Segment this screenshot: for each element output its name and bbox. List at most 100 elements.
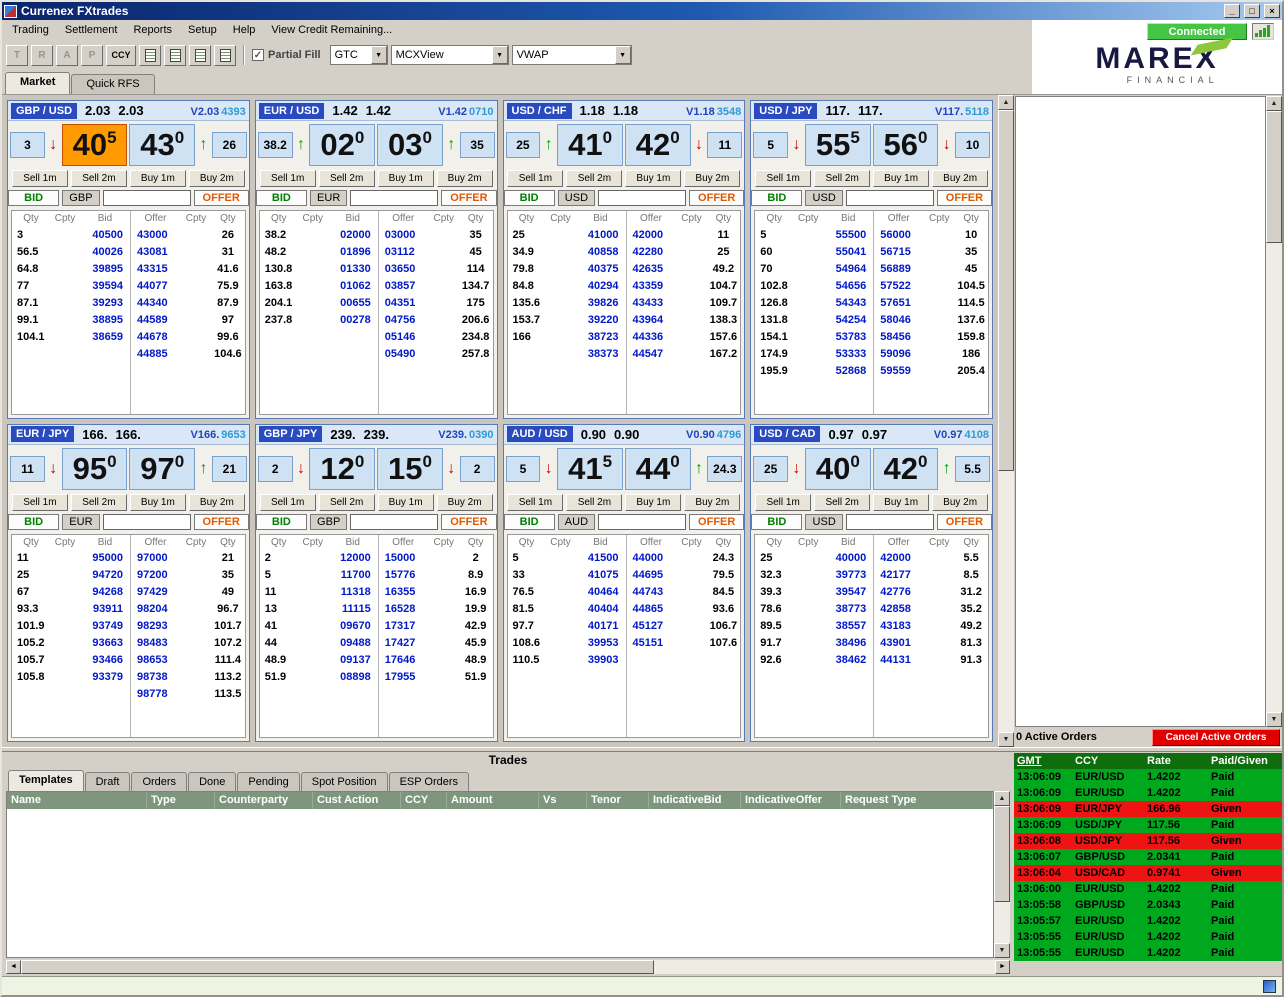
chevron-down-icon[interactable]: ▼ xyxy=(492,46,508,64)
bid-button[interactable]: BID xyxy=(8,190,59,206)
chevron-down-icon[interactable]: ▼ xyxy=(615,46,631,64)
close-icon[interactable]: × xyxy=(1264,4,1280,18)
toolbar-button-r[interactable]: R xyxy=(31,45,53,66)
trades-col-amount[interactable]: Amount xyxy=(447,792,539,809)
maximize-icon[interactable]: □ xyxy=(1244,4,1260,18)
menu-help[interactable]: Help xyxy=(225,22,264,38)
amount-input[interactable] xyxy=(103,190,191,206)
bid-button[interactable]: BID xyxy=(504,514,555,530)
amount-input[interactable] xyxy=(598,514,686,530)
sell-1m-button[interactable]: Sell 1m xyxy=(755,494,811,511)
trades-col-name[interactable]: Name xyxy=(7,792,147,809)
trades-col-type[interactable]: Type xyxy=(147,792,215,809)
sell-2m-button[interactable]: Sell 2m xyxy=(319,170,375,187)
bid-price-tile[interactable]: 400 xyxy=(805,448,871,490)
scroll-down-icon[interactable]: ▼ xyxy=(1266,712,1282,727)
buy-2m-button[interactable]: Buy 2m xyxy=(437,494,493,511)
partial-fill-checkbox[interactable]: ✓ xyxy=(252,49,264,61)
sell-2m-button[interactable]: Sell 2m xyxy=(566,170,622,187)
scroll-down-icon[interactable]: ▼ xyxy=(998,732,1014,747)
buy-2m-button[interactable]: Buy 2m xyxy=(932,494,988,511)
amount-input[interactable] xyxy=(846,514,934,530)
orders-scrollbar-thumb[interactable] xyxy=(1266,111,1282,243)
buy-2m-button[interactable]: Buy 2m xyxy=(684,170,740,187)
report-button[interactable] xyxy=(189,45,211,66)
offer-button[interactable]: OFFER xyxy=(194,190,249,206)
sell-2m-button[interactable]: Sell 2m xyxy=(71,170,127,187)
sell-1m-button[interactable]: Sell 1m xyxy=(12,170,68,187)
offer-button[interactable]: OFFER xyxy=(937,190,992,206)
sell-1m-button[interactable]: Sell 1m xyxy=(260,170,316,187)
bid-price-tile[interactable]: 415 xyxy=(557,448,623,490)
toolbar-button-p[interactable]: P xyxy=(81,45,103,66)
sell-2m-button[interactable]: Sell 2m xyxy=(566,494,622,511)
offer-price-tile[interactable]: 030 xyxy=(377,124,443,166)
offer-price-tile[interactable]: 150 xyxy=(377,448,443,490)
trades-scrollbar-thumb[interactable] xyxy=(994,806,1010,902)
trades-col-cust-action[interactable]: Cust Action xyxy=(313,792,401,809)
trades-scrollbar[interactable]: ▲▼ xyxy=(994,791,1010,958)
trades-tab-done[interactable]: Done xyxy=(188,772,236,791)
offer-price-tile[interactable]: 970 xyxy=(129,448,195,490)
offer-button[interactable]: OFFER xyxy=(194,514,249,530)
bid-button[interactable]: BID xyxy=(751,514,802,530)
orders-scrollbar[interactable]: ▲▼ xyxy=(1266,96,1282,727)
buy-2m-button[interactable]: Buy 2m xyxy=(684,494,740,511)
bid-button[interactable]: BID xyxy=(256,190,307,206)
bid-price-tile[interactable]: 405 xyxy=(62,124,128,166)
menu-settlement[interactable]: Settlement xyxy=(57,22,126,38)
buy-1m-button[interactable]: Buy 1m xyxy=(625,494,681,511)
buy-1m-button[interactable]: Buy 1m xyxy=(378,170,434,187)
trades-tab-pending[interactable]: Pending xyxy=(237,772,299,791)
sell-2m-button[interactable]: Sell 2m xyxy=(319,494,375,511)
scroll-up-icon[interactable]: ▲ xyxy=(994,791,1010,806)
bid-price-tile[interactable]: 020 xyxy=(309,124,375,166)
algo-dropdown[interactable]: VWAP▼ xyxy=(512,45,632,65)
offer-button[interactable]: OFFER xyxy=(689,190,744,206)
trades-col-ccy[interactable]: CCY xyxy=(401,792,447,809)
trades-col-vs[interactable]: Vs xyxy=(539,792,587,809)
trades-tab-templates[interactable]: Templates xyxy=(8,770,84,791)
buy-1m-button[interactable]: Buy 1m xyxy=(378,494,434,511)
bid-price-tile[interactable]: 555 xyxy=(805,124,871,166)
amount-input[interactable] xyxy=(103,514,191,530)
tray-icon[interactable] xyxy=(1263,980,1276,993)
sell-1m-button[interactable]: Sell 1m xyxy=(507,494,563,511)
offer-price-tile[interactable]: 440 xyxy=(625,448,691,490)
notes-button[interactable] xyxy=(139,45,161,66)
amount-input[interactable] xyxy=(598,190,686,206)
buy-1m-button[interactable]: Buy 1m xyxy=(130,494,186,511)
offer-button[interactable]: OFFER xyxy=(937,514,992,530)
bid-price-tile[interactable]: 120 xyxy=(309,448,375,490)
scroll-down-icon[interactable]: ▼ xyxy=(994,943,1010,958)
market-scrollbar-thumb[interactable] xyxy=(998,110,1014,471)
sell-1m-button[interactable]: Sell 1m xyxy=(507,170,563,187)
toolbar-button-ccy[interactable]: CCY xyxy=(106,45,136,66)
offer-button[interactable]: OFFER xyxy=(441,190,496,206)
tab-market[interactable]: Market xyxy=(5,72,70,94)
bid-button[interactable]: BID xyxy=(504,190,555,206)
menu-view-credit-remaining[interactable]: View Credit Remaining... xyxy=(263,22,400,38)
trades-tab-draft[interactable]: Draft xyxy=(85,772,131,791)
toolbar-button-t[interactable]: T xyxy=(6,45,28,66)
market-scrollbar[interactable]: ▲▼ xyxy=(998,95,1014,747)
buy-1m-button[interactable]: Buy 1m xyxy=(625,170,681,187)
hscroll-thumb[interactable] xyxy=(21,960,654,974)
trades-col-indicativebid[interactable]: IndicativeBid xyxy=(649,792,741,809)
amount-input[interactable] xyxy=(846,190,934,206)
offer-button[interactable]: OFFER xyxy=(441,514,496,530)
sheet-button[interactable] xyxy=(164,45,186,66)
sell-2m-button[interactable]: Sell 2m xyxy=(71,494,127,511)
bid-button[interactable]: BID xyxy=(751,190,802,206)
chevron-down-icon[interactable]: ▼ xyxy=(371,46,387,64)
trades-col-counterparty[interactable]: Counterparty xyxy=(215,792,313,809)
amount-input[interactable] xyxy=(350,514,438,530)
bid-button[interactable]: BID xyxy=(256,514,307,530)
offer-price-tile[interactable]: 560 xyxy=(873,124,939,166)
trades-hscrollbar[interactable]: ◄ ► xyxy=(6,960,1010,974)
trades-col-request-type[interactable]: Request Type xyxy=(841,792,993,809)
trades-tab-esp-orders[interactable]: ESP Orders xyxy=(389,772,470,791)
scroll-left-icon[interactable]: ◄ xyxy=(6,960,21,974)
scroll-up-icon[interactable]: ▲ xyxy=(1266,96,1282,111)
buy-2m-button[interactable]: Buy 2m xyxy=(932,170,988,187)
